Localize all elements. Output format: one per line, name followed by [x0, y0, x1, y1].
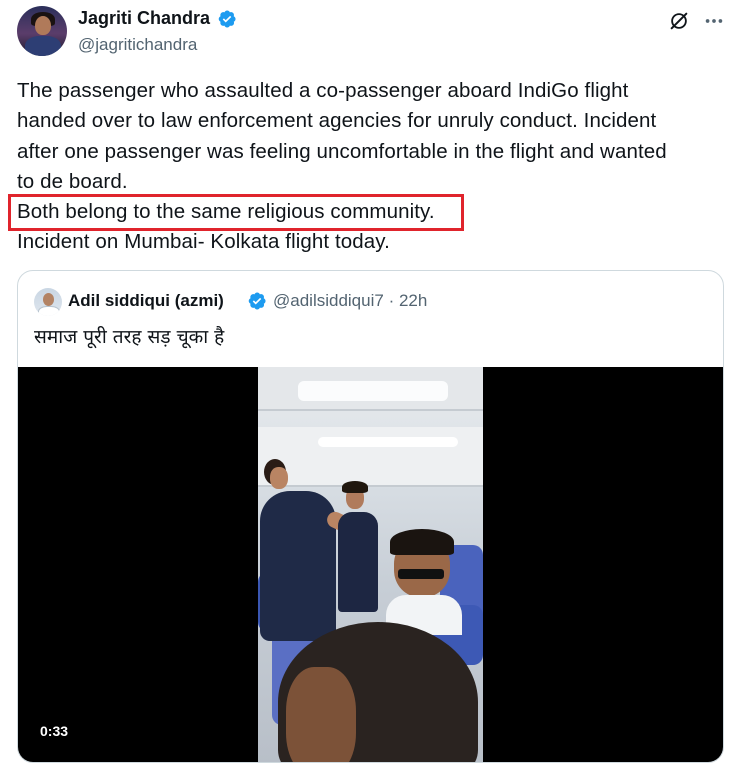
tweet: Jagriti Chandra @jagritichandra The pass… [0, 0, 745, 773]
verified-badge-icon [248, 292, 266, 310]
author-name[interactable]: Jagriti Chandra [78, 8, 210, 29]
meta-separator: · [388, 291, 395, 310]
quoted-tweet-time[interactable]: 22h [399, 291, 427, 310]
author-handle[interactable]: @jagritichandra [78, 35, 197, 55]
red-highlight-box [8, 194, 464, 231]
quoted-author-meta: @adilsiddiqui7 · 22h [273, 291, 427, 311]
video-thumbnail [258, 367, 483, 762]
tweet-text-line: handed over to law enforcement agencies … [17, 109, 657, 133]
tweet-text-line: after one passenger was feeling uncomfor… [17, 139, 667, 163]
tweet-text-line: Incident on Mumbai- Kolkata flight today… [17, 230, 390, 254]
verified-badge-icon [218, 10, 236, 28]
quoted-tweet-card[interactable]: Adil siddiqui (azmi) @adilsiddiqui7 · 22… [17, 270, 724, 763]
grok-icon[interactable] [668, 10, 690, 32]
more-icon[interactable] [703, 10, 725, 32]
video-duration: 0:33 [32, 719, 77, 743]
video-player[interactable]: 0:33 [18, 367, 723, 762]
tweet-text-line: The passenger who assaulted a co-passeng… [17, 79, 629, 102]
author-avatar[interactable] [17, 6, 67, 56]
quoted-tweet-text: समाज पूरी तरह सड़ चूका है [34, 326, 225, 348]
quoted-author-name[interactable]: Adil siddiqui (azmi) [68, 291, 224, 311]
tweet-text-line: to de board. [17, 169, 128, 193]
quoted-author-avatar[interactable] [34, 288, 62, 316]
quoted-author-handle[interactable]: @adilsiddiqui7 [273, 291, 384, 310]
